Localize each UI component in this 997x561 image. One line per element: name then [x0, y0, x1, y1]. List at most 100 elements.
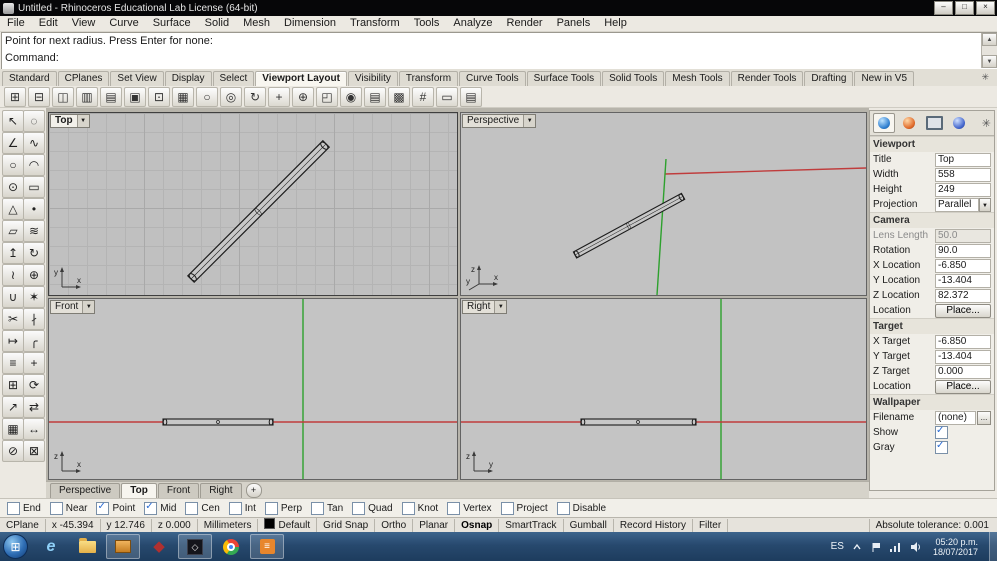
menu-item[interactable]: Render	[500, 16, 550, 31]
width-field[interactable]: 558	[935, 167, 991, 182]
split-icon[interactable]: ∤	[23, 308, 45, 330]
array-icon[interactable]: ▦	[2, 418, 24, 440]
viewport-tab[interactable]: Right	[200, 483, 242, 498]
viewport-layout-2v-icon[interactable]: ◫	[52, 86, 74, 107]
plane-icon[interactable]: ▱	[2, 220, 24, 242]
cplane-button[interactable]: CPlane	[0, 518, 46, 533]
rotate-icon[interactable]: ⟳	[23, 374, 45, 396]
print-icon[interactable]: ▤	[460, 86, 482, 107]
viewport-top-title[interactable]: Top ▼	[50, 114, 90, 128]
tool-app-taskbar-button[interactable]	[106, 534, 140, 559]
pan-view-icon[interactable]: +	[268, 86, 290, 107]
chevron-down-icon[interactable]: ▼	[523, 115, 536, 127]
rhino-taskbar-button[interactable]: ◇	[178, 534, 212, 559]
toolbar-tab[interactable]: Visibility	[347, 71, 398, 86]
viewport-right[interactable]: Right ▼ z y	[460, 298, 867, 480]
mirror-icon[interactable]: ⇄	[23, 396, 45, 418]
viewport-top[interactable]: Top ▼ y x	[48, 112, 458, 296]
checkbox[interactable]	[185, 501, 199, 515]
select-icon[interactable]: ↖	[2, 110, 24, 132]
circle-icon[interactable]: ○	[2, 154, 24, 176]
language-indicator[interactable]: ES	[831, 541, 844, 552]
status-pane[interactable]: Gumball	[564, 518, 614, 533]
osnap-option[interactable]: Knot	[401, 501, 438, 515]
toolbar-tab[interactable]: Surface Tools	[526, 71, 602, 86]
front-view-canvas[interactable]	[49, 299, 457, 479]
toolbar-tab[interactable]: Select	[212, 71, 255, 86]
osnap-option[interactable]: Quad	[352, 501, 393, 515]
osnap-option[interactable]: Perp	[264, 501, 302, 515]
toolbar-tab[interactable]: CPlanes	[57, 71, 110, 86]
toolbar-tab[interactable]: Viewport Layout	[255, 71, 347, 86]
toolbar-tab[interactable]: Solid Tools	[602, 71, 665, 86]
menu-item[interactable]: File	[0, 16, 32, 31]
explorer-taskbar-button[interactable]	[70, 534, 104, 559]
viewport-front-title[interactable]: Front ▼	[50, 300, 96, 314]
explode-icon[interactable]: ✶	[23, 286, 45, 308]
place-camera-button[interactable]: Place...	[935, 303, 991, 318]
osnap-option[interactable]: Project	[500, 501, 548, 515]
checkbox[interactable]	[352, 501, 366, 515]
z-target-field[interactable]: 0.000	[935, 364, 991, 379]
checkbox[interactable]	[96, 501, 110, 515]
chevron-down-icon[interactable]: ▼	[979, 197, 991, 212]
status-pane[interactable]: Filter	[693, 518, 729, 533]
revolve-icon[interactable]: ↻	[23, 242, 45, 264]
command-prompt[interactable]: Command:	[2, 50, 997, 67]
setup-app-taskbar-button[interactable]: ◆	[142, 534, 176, 559]
hide-icon[interactable]: ⊘	[2, 440, 24, 462]
osnap-option[interactable]: Point	[96, 501, 135, 515]
taskbar-clock[interactable]: 05:20 p.m. 18/07/2017	[929, 537, 982, 557]
properties-tab[interactable]	[873, 113, 895, 133]
viewport-perspective-title[interactable]: Perspective ▼	[462, 114, 537, 128]
toolbar-tab[interactable]: Drafting	[804, 71, 854, 86]
grid-options-icon[interactable]: #	[412, 86, 434, 107]
offset-icon[interactable]: ≡	[2, 352, 24, 374]
boolean-icon[interactable]: ⊕	[23, 264, 45, 286]
menu-item[interactable]: Help	[597, 16, 634, 31]
menu-item[interactable]: Edit	[32, 16, 65, 31]
writer-taskbar-button[interactable]: ≡	[250, 534, 284, 559]
toolbar-tab[interactable]: Mesh Tools	[665, 71, 730, 86]
loft-icon[interactable]: ≋	[23, 220, 45, 242]
rotation-field[interactable]: 90.0	[935, 243, 991, 258]
viewport-right-title[interactable]: Right ▼	[462, 300, 508, 314]
status-pane[interactable]: Planar	[413, 518, 456, 533]
osnap-option[interactable]: Tan	[311, 501, 343, 515]
network-icon[interactable]	[889, 541, 902, 553]
menu-item[interactable]: Curve	[102, 16, 145, 31]
menu-item[interactable]: View	[65, 16, 103, 31]
y-target-field[interactable]: -13.404	[935, 349, 991, 364]
panel-gear-icon[interactable]: ✳	[982, 117, 991, 130]
sweep-icon[interactable]: ≀	[2, 264, 24, 286]
camera-icon[interactable]: ◉	[340, 86, 362, 107]
perspective-view-canvas[interactable]	[461, 113, 866, 295]
checkbox[interactable]	[264, 501, 278, 515]
viewport-tab[interactable]: Perspective	[50, 483, 121, 498]
polygon-icon[interactable]: △	[2, 198, 24, 220]
status-pane[interactable]: Record History	[614, 518, 693, 533]
background-bitmap-icon[interactable]: ▩	[388, 86, 410, 107]
toolbar-tab[interactable]: Transform	[398, 71, 459, 86]
viewport-front[interactable]: Front ▼ z x	[48, 298, 458, 480]
arc-icon[interactable]: ◠	[23, 154, 45, 176]
menu-item[interactable]: Dimension	[277, 16, 343, 31]
title-field[interactable]: Top	[935, 152, 991, 167]
menu-item[interactable]: Panels	[550, 16, 598, 31]
rectangle-icon[interactable]: ▭	[23, 176, 45, 198]
viewport-maximize-icon[interactable]: ▣	[124, 86, 146, 107]
scale-icon[interactable]: ↗	[2, 396, 24, 418]
show-desktop-button[interactable]	[989, 532, 997, 561]
layers-tab[interactable]	[898, 113, 920, 133]
new-viewport-tab-button[interactable]: +	[245, 483, 262, 498]
rotate-view-icon[interactable]: ↻	[244, 86, 266, 107]
action-center-flag-icon[interactable]	[870, 541, 882, 553]
viewport-layout-3-icon[interactable]: ▥	[76, 86, 98, 107]
fillet-icon[interactable]: ╭	[23, 330, 45, 352]
viewport-float-icon[interactable]: ⊡	[148, 86, 170, 107]
toolbar-tab[interactable]: Render Tools	[730, 71, 804, 86]
checkbox[interactable]	[556, 501, 570, 515]
toolbar-tab[interactable]: Standard	[2, 71, 57, 86]
zoom-dynamic-icon[interactable]: ◎	[220, 86, 242, 107]
restore-button[interactable]: □	[955, 1, 974, 15]
